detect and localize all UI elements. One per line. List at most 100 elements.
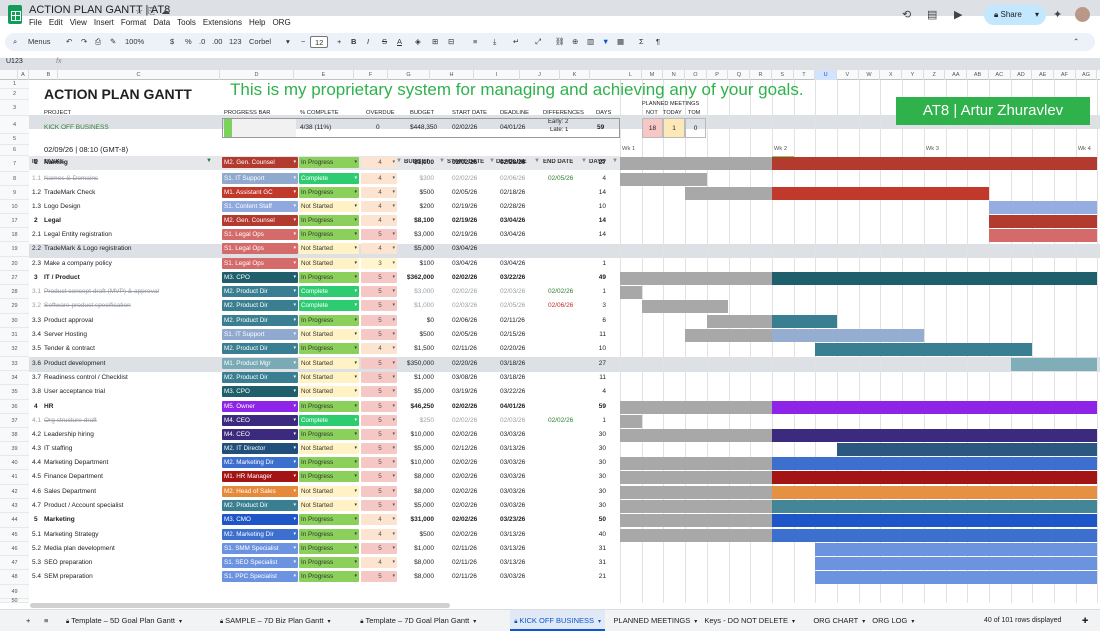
task-priority-select[interactable]: 4 ▾ <box>361 215 397 226</box>
sheets-logo-icon[interactable] <box>8 5 22 24</box>
column-header-ad[interactable]: AD <box>1011 70 1033 80</box>
task-status-select[interactable]: Not Started ▾ <box>299 372 359 383</box>
sheet-tab-6[interactable]: Keys - DO NOT DELETE ▾ <box>700 610 799 631</box>
task-priority-select[interactable]: 4 ▾ <box>361 514 397 525</box>
star-icon[interactable]: ☆ <box>135 6 143 17</box>
row-header-20[interactable]: 20 <box>0 257 29 271</box>
task-owner-select[interactable]: M1. Assistant GC ▾ <box>222 187 298 198</box>
tab-menu-icon[interactable]: ▾ <box>473 619 476 625</box>
merge-icon[interactable]: ⊟ <box>448 33 454 51</box>
corner-cell[interactable] <box>0 70 18 80</box>
menu-extensions[interactable]: Extensions <box>203 18 242 27</box>
fill-color-icon[interactable]: ◈ <box>415 33 421 51</box>
row-header-35[interactable]: 35 <box>0 385 29 400</box>
row-header-7[interactable]: 7 <box>0 156 29 172</box>
tab-menu-icon[interactable]: ▾ <box>911 619 914 625</box>
task-priority-select[interactable]: 4 ▾ <box>361 187 397 198</box>
task-owner-select[interactable]: M2. IT Director ▾ <box>222 443 298 454</box>
row-header-39[interactable]: 39 <box>0 442 29 456</box>
task-priority-select[interactable]: 5 ▾ <box>361 457 397 468</box>
task-owner-select[interactable]: S1. Content Staff ▾ <box>222 201 298 212</box>
bold-button[interactable]: B <box>351 33 356 51</box>
task-owner-select[interactable]: M2. Product Dir ▾ <box>222 300 298 311</box>
column-header-ac[interactable]: AC <box>989 70 1011 80</box>
row-header-30[interactable]: 30 <box>0 314 29 328</box>
column-header-u[interactable]: U <box>815 70 837 80</box>
row-header-36[interactable]: 36 <box>0 400 29 414</box>
task-owner-select[interactable]: S1. Legal Ops ▾ <box>222 229 298 240</box>
task-priority-select[interactable]: 5 ▾ <box>361 443 397 454</box>
task-priority-select[interactable]: 4 ▾ <box>361 557 397 568</box>
rotate-icon[interactable]: ⤢ <box>535 33 541 51</box>
row-header-33[interactable]: 33 <box>0 357 29 371</box>
task-priority-select[interactable]: 5 ▾ <box>361 329 397 340</box>
row-header-47[interactable]: 47 <box>0 556 29 570</box>
task-status-select[interactable]: In Progress ▾ <box>299 457 359 468</box>
filter-views-icon[interactable]: ▦ <box>617 33 624 51</box>
task-owner-select[interactable]: M2. Head of Sales ▾ <box>222 486 298 497</box>
task-owner-select[interactable]: S1. IT Support ▾ <box>222 173 298 184</box>
column-header-f[interactable]: F <box>354 70 388 80</box>
paint-format-icon[interactable]: ✎ <box>110 33 116 51</box>
column-header-j[interactable]: J <box>520 70 560 80</box>
menu-help[interactable]: Help <box>249 18 265 27</box>
task-status-select[interactable]: Complete ▾ <box>299 415 359 426</box>
task-priority-select[interactable]: 4 ▾ <box>361 529 397 540</box>
task-status-select[interactable]: In Progress ▾ <box>299 401 359 412</box>
column-header-w[interactable]: W <box>859 70 881 80</box>
task-status-select[interactable]: Not Started ▾ <box>299 243 359 254</box>
task-owner-select[interactable]: S1. SEO Specialist ▾ <box>222 557 298 568</box>
task-owner-select[interactable]: M2. Marketing Dir ▾ <box>222 457 298 468</box>
task-priority-select[interactable]: 4 ▾ <box>361 157 397 168</box>
menu-org[interactable]: ORG <box>272 18 290 27</box>
task-status-select[interactable]: In Progress ▾ <box>299 543 359 554</box>
horizontal-scrollbar[interactable] <box>30 603 450 608</box>
sheet-tab-5[interactable]: PLANNED MEETINGS ▾ <box>610 610 702 631</box>
filter-days-icon[interactable]: ▼ <box>612 158 619 166</box>
task-priority-select[interactable]: 5 ▾ <box>361 358 397 369</box>
column-header-x[interactable]: X <box>880 70 903 80</box>
row-header-19[interactable]: 19 <box>0 242 29 257</box>
column-header-o[interactable]: O <box>685 70 707 80</box>
task-status-select[interactable]: Not Started ▾ <box>299 358 359 369</box>
zoom-select[interactable]: 100% <box>125 33 144 51</box>
number-format-button[interactable]: 123 <box>229 33 242 51</box>
column-header-i[interactable]: I <box>474 70 520 80</box>
task-status-select[interactable]: In Progress ▾ <box>299 471 359 482</box>
filter-icon[interactable]: ▼ <box>602 33 609 51</box>
row-header-9[interactable]: 9 <box>0 186 29 200</box>
task-status-select[interactable]: Not Started ▾ <box>299 486 359 497</box>
chart-icon[interactable]: ▥ <box>587 33 594 51</box>
task-priority-select[interactable]: 4 ▾ <box>361 201 397 212</box>
row-header-2[interactable]: 2 <box>0 89 29 100</box>
task-status-select[interactable]: Not Started ▾ <box>299 443 359 454</box>
menu-file[interactable]: File <box>29 18 42 27</box>
filter-deadline-icon[interactable]: ▼ <box>534 158 541 166</box>
task-owner-select[interactable]: M3. CMO ▾ <box>222 514 298 525</box>
row-header-46[interactable]: 46 <box>0 542 29 556</box>
task-priority-select[interactable]: 5 ▾ <box>361 415 397 426</box>
menu-view[interactable]: View <box>70 18 87 27</box>
task-owner-select[interactable]: M2. Product Dir ▾ <box>222 372 298 383</box>
column-header-q[interactable]: Q <box>729 70 751 80</box>
task-status-select[interactable]: In Progress ▾ <box>299 343 359 354</box>
task-status-select[interactable]: Not Started ▾ <box>299 201 359 212</box>
menu-edit[interactable]: Edit <box>49 18 63 27</box>
column-header-k[interactable]: K <box>560 70 590 80</box>
tab-menu-icon[interactable]: ▾ <box>598 619 601 625</box>
row-header-17[interactable]: 17 <box>0 214 29 228</box>
task-priority-select[interactable]: 3 ▾ <box>361 258 397 269</box>
task-owner-select[interactable]: M4. CEO ▾ <box>222 415 298 426</box>
comment-add-icon[interactable]: ⊕ <box>572 33 578 51</box>
column-header-ae[interactable]: AE <box>1032 70 1054 80</box>
move-folder-icon[interactable]: ⎘ <box>148 6 155 17</box>
column-header-p[interactable]: P <box>707 70 729 80</box>
task-status-select[interactable]: Complete ▾ <box>299 173 359 184</box>
task-priority-select[interactable]: 5 ▾ <box>361 486 397 497</box>
task-owner-select[interactable]: M4. CEO ▾ <box>222 429 298 440</box>
row-header-31[interactable]: 31 <box>0 328 29 342</box>
task-status-select[interactable]: In Progress ▾ <box>299 429 359 440</box>
task-status-select[interactable]: Not Started ▾ <box>299 258 359 269</box>
task-priority-select[interactable]: 5 ▾ <box>361 315 397 326</box>
column-header-r[interactable]: R <box>750 70 772 80</box>
